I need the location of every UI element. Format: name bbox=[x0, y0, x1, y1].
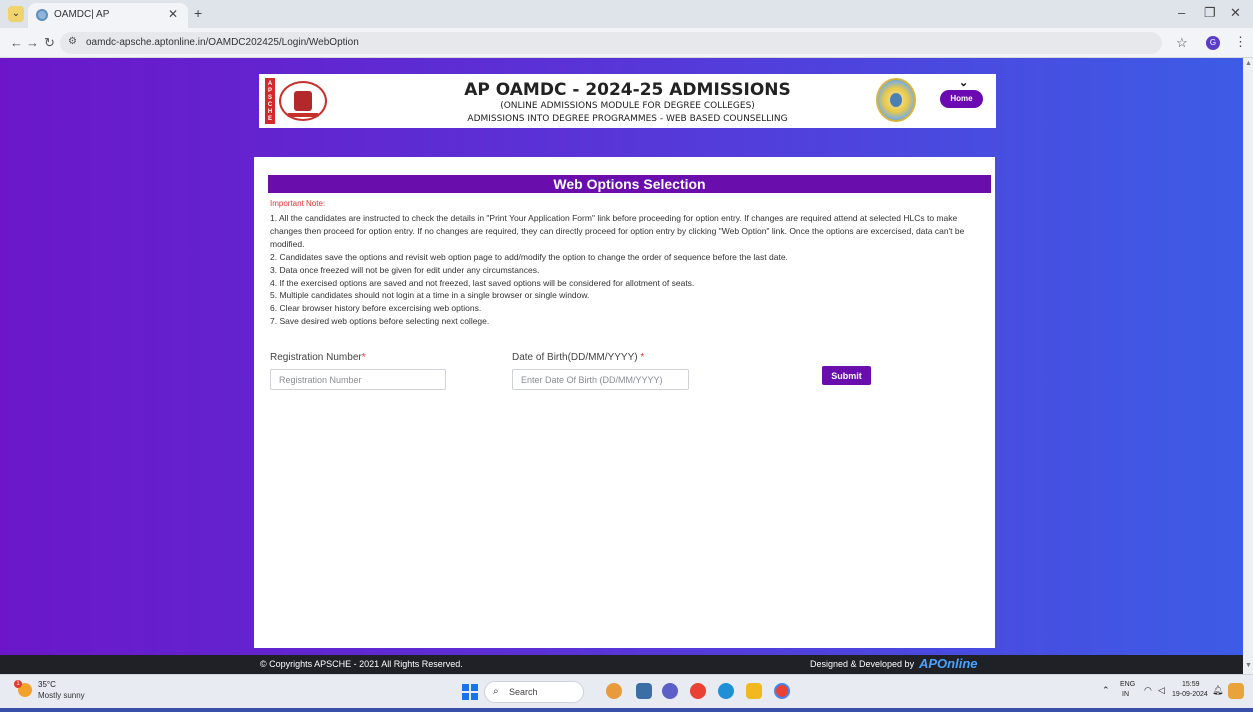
close-tab-icon[interactable]: ✕ bbox=[168, 7, 178, 21]
wifi-icon[interactable]: ◠ bbox=[1144, 685, 1152, 696]
chrome-profile-app-icon[interactable] bbox=[774, 683, 790, 699]
search-icon: ⌕ bbox=[493, 686, 499, 697]
registration-number-input[interactable] bbox=[270, 369, 446, 390]
tab-search-button[interactable]: ⌄ bbox=[8, 6, 24, 22]
restore-button[interactable]: ❐ bbox=[1204, 5, 1216, 21]
ap-government-emblem-icon bbox=[876, 78, 916, 122]
page-scrollbar[interactable]: ▲ ▼ bbox=[1243, 58, 1253, 674]
weather-description[interactable]: Mostly sunny bbox=[38, 691, 85, 700]
page-footer: © Copyrights APSCHE - 2021 All Rights Re… bbox=[0, 655, 1243, 674]
scroll-up-icon[interactable]: ▲ bbox=[1245, 60, 1252, 67]
browser-tab[interactable]: OAMDC| AP ✕ bbox=[28, 3, 188, 28]
address-bar[interactable]: ⚙ oamdc-apsche.aptonline.in/OAMDC202425/… bbox=[60, 32, 1162, 54]
teams-app-icon[interactable] bbox=[662, 683, 678, 699]
forward-button[interactable]: → bbox=[26, 35, 39, 50]
browser-tab-bar: ⌄ OAMDC| AP ✕ + – ❐ ✕ bbox=[0, 0, 1253, 28]
required-mark: * bbox=[640, 352, 645, 363]
note-item: 2. Candidates save the options and revis… bbox=[270, 251, 788, 262]
note-item: 4. If the exercised options are saved an… bbox=[270, 277, 695, 288]
windows-taskbar: 1 35°C Mostly sunny ⌕ Search ⌃ ENG IN ◠ … bbox=[0, 674, 1253, 708]
close-window-button[interactable]: ✕ bbox=[1230, 5, 1241, 21]
tray-overflow-icon[interactable]: ⌃ bbox=[1102, 685, 1110, 696]
chevron-down-icon[interactable]: ⌄ bbox=[959, 76, 968, 89]
file-explorer-icon[interactable] bbox=[746, 683, 762, 699]
notification-bell-icon[interactable]: 🔔︎ bbox=[1212, 685, 1223, 696]
clock-date[interactable]: 19-09-2024 bbox=[1172, 691, 1208, 698]
language-indicator[interactable]: ENG bbox=[1120, 681, 1135, 688]
chrome-app-icon[interactable] bbox=[690, 683, 706, 699]
windows-start-icon[interactable] bbox=[462, 684, 478, 700]
reload-button[interactable]: ↻ bbox=[44, 35, 55, 51]
tab-title: OAMDC| AP bbox=[54, 9, 110, 20]
note-item: 5. Multiple candidates should not login … bbox=[270, 290, 590, 301]
section-title: Web Options Selection bbox=[268, 175, 991, 193]
copyright-text: © Copyrights APSCHE - 2021 All Rights Re… bbox=[260, 659, 463, 669]
url-text[interactable]: oamdc-apsche.aptonline.in/OAMDC202425/Lo… bbox=[86, 37, 359, 48]
notes-list: 1. All the candidates are instructed to … bbox=[270, 212, 990, 328]
search-label: Search bbox=[509, 687, 538, 697]
web-options-card: Web Options Selection Important Note: 1.… bbox=[254, 157, 995, 648]
submit-button[interactable]: Submit bbox=[822, 366, 871, 385]
bookmark-star-icon[interactable]: ☆ bbox=[1176, 35, 1188, 51]
date-of-birth-label: Date of Birth(DD/MM/YYYY) * bbox=[512, 352, 645, 363]
site-favicon-icon bbox=[36, 9, 48, 21]
page-viewport: APSCHE AP OAMDC - 2024-25 ADMISSIONS (ON… bbox=[0, 58, 1243, 674]
registration-number-label: Registration Number* bbox=[270, 352, 366, 363]
minimize-button[interactable]: – bbox=[1178, 5, 1185, 20]
file-app-icon[interactable] bbox=[636, 683, 652, 699]
site-info-icon[interactable]: ⚙ bbox=[68, 36, 77, 47]
important-note-label: Important Note: bbox=[270, 199, 326, 208]
back-button[interactable]: ← bbox=[10, 35, 23, 50]
new-tab-button[interactable]: + bbox=[194, 5, 202, 21]
note-item: 7. Save desired web options before selec… bbox=[270, 316, 490, 327]
taskbar-search[interactable]: ⌕ Search bbox=[484, 681, 584, 703]
required-mark: * bbox=[361, 352, 366, 363]
volume-icon[interactable]: ◁ bbox=[1158, 685, 1165, 696]
weather-temperature[interactable]: 35°C bbox=[38, 680, 56, 689]
profile-avatar[interactable]: G bbox=[1206, 36, 1220, 50]
browser-menu-icon[interactable]: ⋮ bbox=[1234, 34, 1247, 50]
scroll-down-icon[interactable]: ▼ bbox=[1245, 662, 1252, 669]
aponline-logo: APOnline bbox=[919, 656, 978, 671]
clock-time[interactable]: 15:59 bbox=[1182, 681, 1200, 688]
designed-by-text: Designed & Developed by bbox=[810, 659, 915, 669]
weather-badge: 1 bbox=[14, 680, 22, 688]
copilot-app-icon[interactable] bbox=[606, 683, 622, 699]
note-item: 1. All the candidates are instructed to … bbox=[270, 213, 965, 249]
note-item: 3. Data once freezed will not be given f… bbox=[270, 264, 540, 275]
screen-bottom-border bbox=[0, 708, 1253, 712]
date-of-birth-input[interactable] bbox=[512, 369, 689, 390]
browser-toolbar: ← → ↻ ⚙ oamdc-apsche.aptonline.in/OAMDC2… bbox=[0, 28, 1253, 58]
region-indicator[interactable]: IN bbox=[1122, 691, 1129, 698]
note-item: 6. Clear browser history before excercis… bbox=[270, 303, 482, 314]
edge-app-icon[interactable] bbox=[718, 683, 734, 699]
widgets-app-icon[interactable] bbox=[1228, 683, 1244, 699]
home-button[interactable]: Home bbox=[940, 90, 983, 108]
site-header: APSCHE AP OAMDC - 2024-25 ADMISSIONS (ON… bbox=[259, 74, 996, 128]
